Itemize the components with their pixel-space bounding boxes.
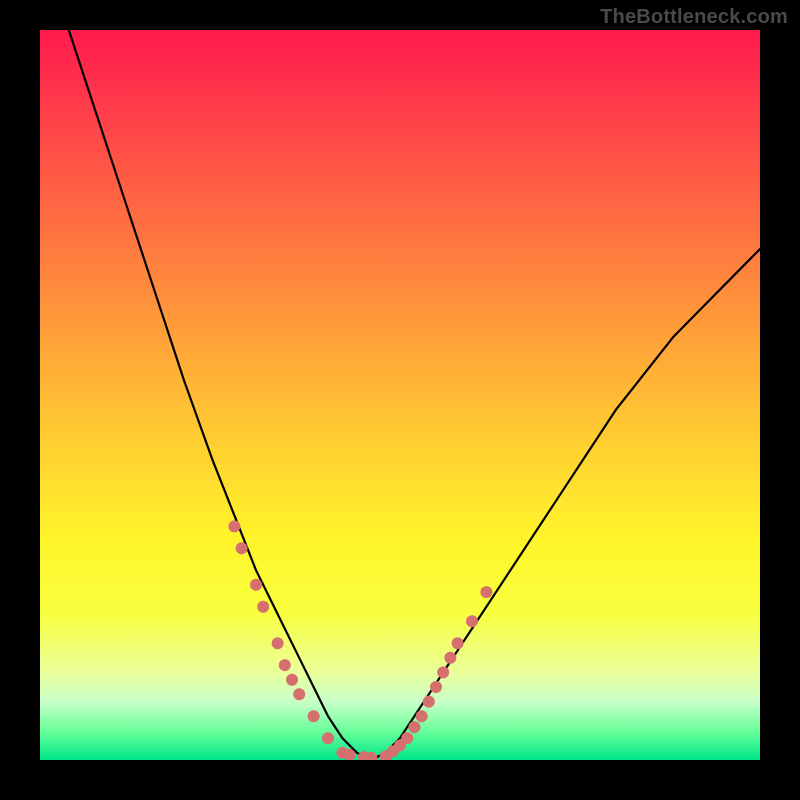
data-point: [279, 659, 291, 671]
data-point: [430, 681, 442, 693]
data-point: [257, 601, 269, 613]
plot-svg: [40, 30, 760, 760]
left-curve: [69, 30, 371, 760]
data-point: [401, 732, 413, 744]
watermark-text: TheBottleneck.com: [600, 6, 788, 29]
data-point: [293, 688, 305, 700]
data-point: [322, 732, 334, 744]
data-point: [423, 696, 435, 708]
data-point: [480, 586, 492, 598]
data-point: [308, 710, 320, 722]
plot-area: [40, 30, 760, 760]
data-point: [437, 666, 449, 678]
data-point: [228, 520, 240, 532]
curve-group: [69, 30, 760, 760]
data-point: [444, 652, 456, 664]
dots-group: [228, 520, 492, 760]
data-point: [236, 542, 248, 554]
data-point: [250, 579, 262, 591]
chart-frame: TheBottleneck.com: [0, 0, 800, 800]
data-point: [408, 721, 420, 733]
data-point: [452, 637, 464, 649]
right-curve: [371, 249, 760, 760]
data-point: [272, 637, 284, 649]
data-point: [286, 674, 298, 686]
data-point: [416, 710, 428, 722]
data-point: [466, 615, 478, 627]
